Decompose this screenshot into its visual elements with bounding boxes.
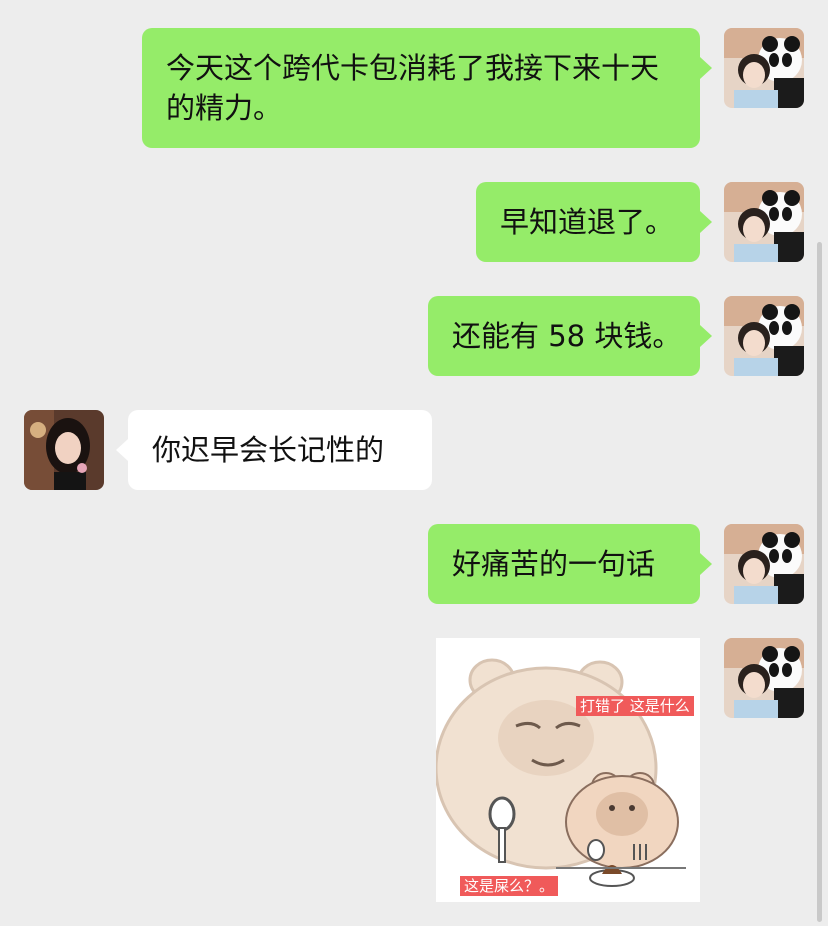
bubble-tail <box>700 325 712 347</box>
bubble-tail <box>700 553 712 575</box>
message-text: 还能有 58 块钱。 <box>452 319 682 353</box>
girl-with-panda-icon <box>724 524 804 604</box>
sticker-caption-bottom: 这是屎么？。 <box>460 876 559 896</box>
message-bubble-received[interactable]: 你迟早会长记性的 <box>128 410 432 490</box>
woman-portrait-icon <box>24 410 104 490</box>
my-avatar[interactable] <box>724 296 804 376</box>
my-avatar[interactable] <box>724 182 804 262</box>
message-bubble-sent[interactable]: 好痛苦的一句话 <box>428 524 700 604</box>
my-avatar[interactable] <box>724 524 804 604</box>
my-avatar[interactable] <box>724 28 804 108</box>
bear-sticker-icon <box>434 638 700 902</box>
message-bubble-sent[interactable]: 早知道退了。 <box>476 182 700 262</box>
message-text: 你迟早会长记性的 <box>152 433 385 467</box>
girl-with-panda-icon <box>724 638 804 718</box>
message-text: 今天这个跨代卡包消耗了我接下来十天的精力。 <box>166 51 660 125</box>
bubble-tail <box>700 211 712 233</box>
girl-with-panda-icon <box>724 296 804 376</box>
girl-with-panda-icon <box>724 28 804 108</box>
girl-with-panda-icon <box>724 182 804 262</box>
bubble-tail <box>116 439 128 461</box>
bubble-tail <box>700 57 712 79</box>
sticker-message[interactable]: 打错了 这是什么 这是屎么？。 <box>434 638 700 902</box>
sticker-caption-top: 打错了 这是什么 <box>576 696 694 716</box>
my-avatar[interactable] <box>724 638 804 718</box>
contact-avatar[interactable] <box>24 410 104 490</box>
message-text: 好痛苦的一句话 <box>452 547 656 581</box>
message-text: 早知道退了。 <box>500 205 675 239</box>
message-bubble-sent[interactable]: 今天这个跨代卡包消耗了我接下来十天的精力。 <box>142 28 700 148</box>
message-bubble-sent[interactable]: 还能有 58 块钱。 <box>428 296 700 376</box>
scrollbar[interactable] <box>817 242 822 922</box>
